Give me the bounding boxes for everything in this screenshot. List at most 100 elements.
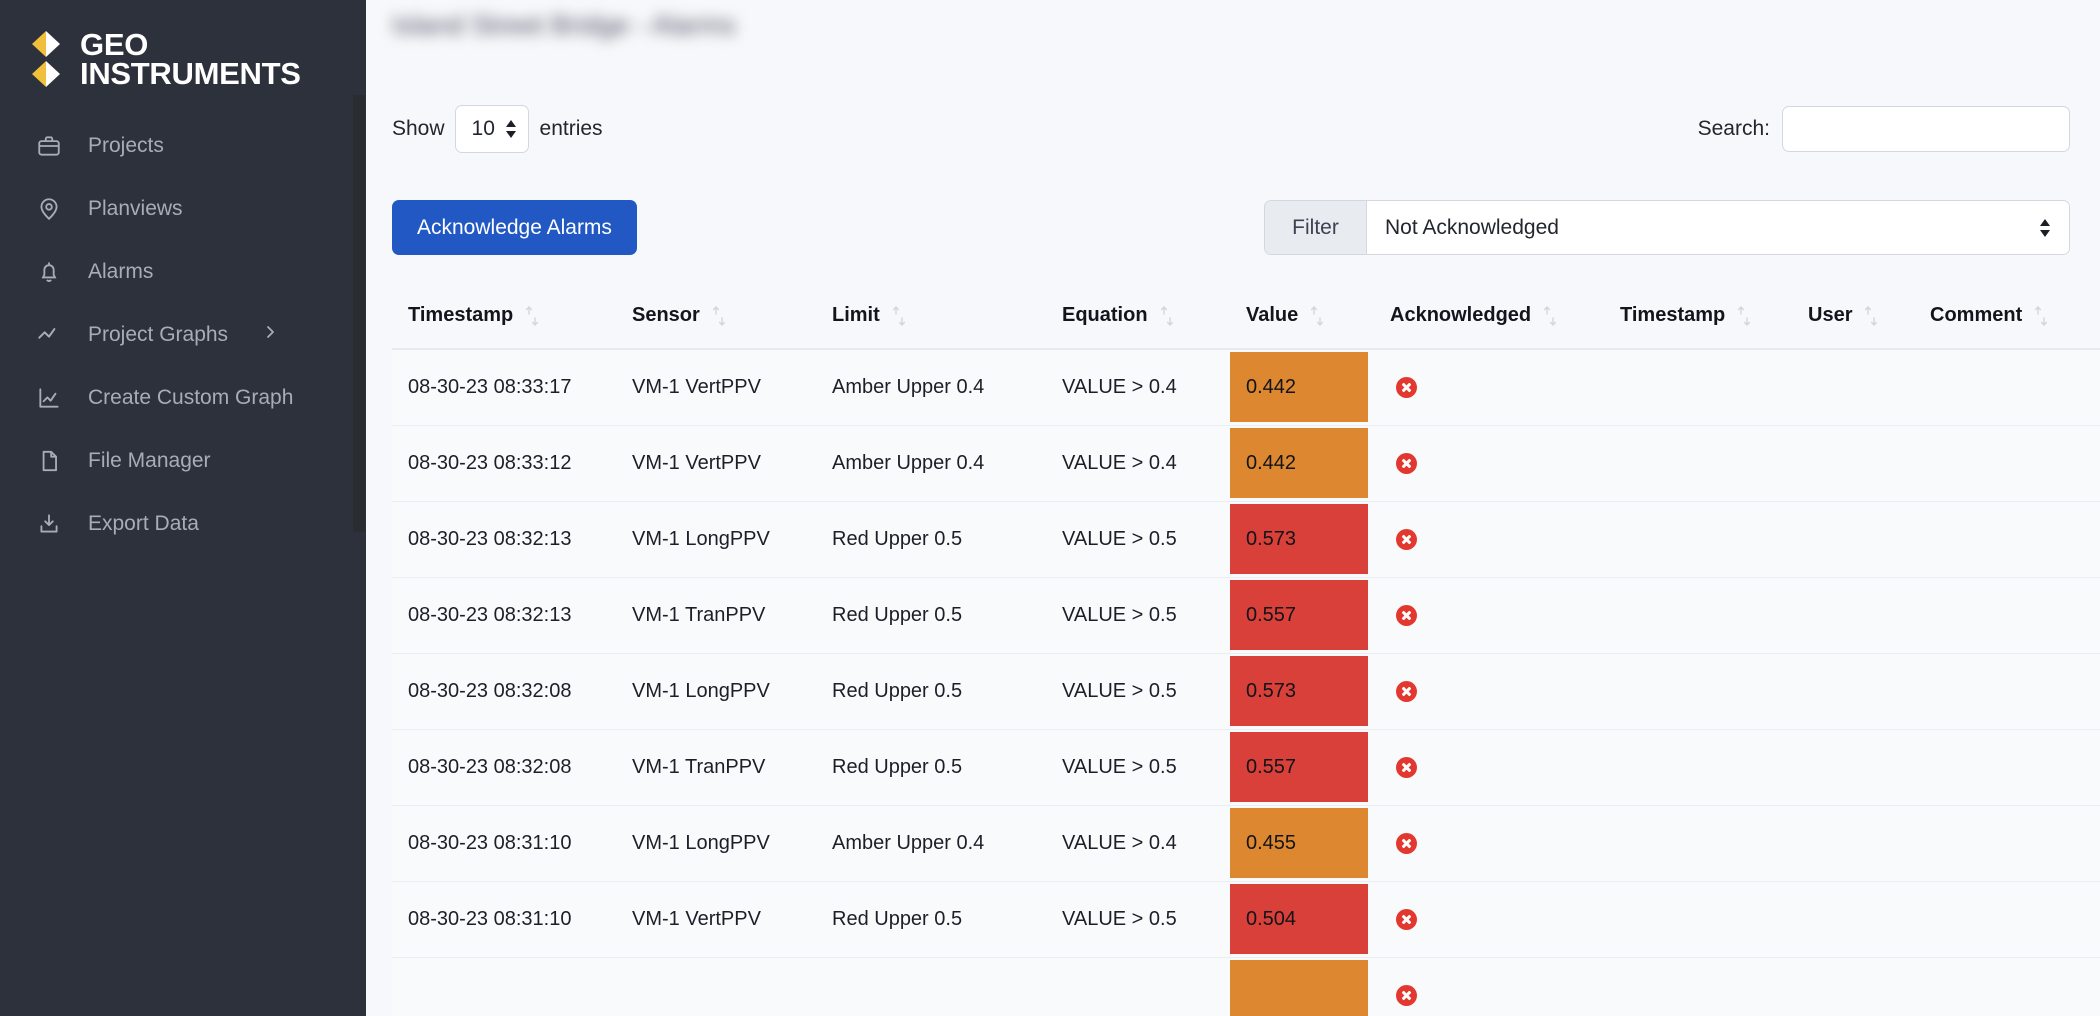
column-header-value[interactable]: Value <box>1230 287 1374 350</box>
cell-user <box>1792 881 1914 958</box>
sort-arrows-icon <box>1863 304 1879 328</box>
table-row[interactable]: 08-30-23 08:32:08 VM-1 TranPPV Red Upper 0… <box>392 729 2100 806</box>
cell-timestamp: 08-30-23 08:33:12 <box>392 425 616 502</box>
sort-arrows-icon <box>1309 304 1325 328</box>
cell-comment <box>1914 957 2100 1016</box>
sidebar-scrollbar[interactable] <box>352 0 366 1016</box>
cell-limit: Red Upper 0.5 <box>816 729 1046 806</box>
sidebar-item-file-manager[interactable]: File Manager <box>0 429 366 492</box>
x-circle-icon[interactable] <box>1396 756 1417 778</box>
cell-acknowledged <box>1374 577 1604 654</box>
value-badge: 0.442 <box>1230 352 1368 423</box>
cell-user <box>1792 349 1914 426</box>
acknowledge-alarms-button[interactable]: Acknowledge Alarms <box>392 200 637 255</box>
sidebar-item-export-data[interactable]: Export Data <box>0 492 366 555</box>
sidebar-item-projects[interactable]: Projects <box>0 114 366 177</box>
geo-instruments-logo-icon <box>26 29 66 91</box>
cell-value: 0.442 <box>1230 425 1374 502</box>
cell-sensor: VM-1 TranPPV <box>616 729 816 806</box>
cell-acknowledged <box>1374 653 1604 730</box>
cell-value: 0.442 <box>1230 349 1374 426</box>
table-row[interactable]: 08-30-23 08:31:10 VM-1 VertPPV Red Upper 0… <box>392 881 2100 958</box>
cell-ack-timestamp <box>1604 501 1792 578</box>
cell-equation: VALUE > 0.5 <box>1046 577 1230 654</box>
sidebar-item-planviews[interactable]: Planviews <box>0 177 366 240</box>
value-badge: 0.442 <box>1230 428 1368 498</box>
column-header-limit[interactable]: Limit <box>816 287 1046 350</box>
table-row[interactable]: 08-30-23 08:32:08 VM-1 LongPPV Red Upper 0… <box>392 653 2100 730</box>
table-header-row: Timestamp Sensor Limit Equation Value Ac… <box>392 287 2100 350</box>
filter-select[interactable]: Not Acknowledged <box>1367 201 2069 254</box>
cell-limit: Amber Upper 0.4 <box>816 349 1046 426</box>
table-row[interactable]: 08-30-23 08:33:17 VM-1 VertPPV Amber Upper… <box>392 349 2100 426</box>
cell-limit <box>816 957 1046 1016</box>
column-header-user[interactable]: User <box>1792 287 1914 350</box>
value-badge: 0.504 <box>1230 884 1368 954</box>
cell-comment <box>1914 881 2100 958</box>
x-circle-icon[interactable] <box>1396 528 1417 550</box>
cell-equation: VALUE > 0.4 <box>1046 805 1230 882</box>
cell-comment <box>1914 349 2100 426</box>
search-label: Search: <box>1697 117 1770 140</box>
cell-ack-timestamp <box>1604 653 1792 730</box>
sidebar-item-project-graphs[interactable]: Project Graphs <box>0 303 366 366</box>
cell-value: 0.557 <box>1230 577 1374 654</box>
cell-ack-timestamp <box>1604 957 1792 1016</box>
table-row[interactable]: 08-30-23 08:32:13 VM-1 LongPPV Red Upper 0… <box>392 501 2100 578</box>
x-circle-icon[interactable] <box>1396 680 1417 702</box>
filter-group: Filter Not Acknowledged <box>1264 200 2070 255</box>
app-root: GEO INSTRUMENTS Projects Planviews Alarm… <box>0 0 2100 1016</box>
chart-box-icon <box>34 383 64 413</box>
cell-user <box>1792 501 1914 578</box>
column-header-sensor[interactable]: Sensor <box>616 287 816 350</box>
table-row[interactable] <box>392 957 2100 1016</box>
sidebar-item-alarms[interactable]: Alarms <box>0 240 366 303</box>
cell-acknowledged <box>1374 729 1604 806</box>
alarms-table-body: 08-30-23 08:33:17 VM-1 VertPPV Amber Upper… <box>392 349 2100 1016</box>
sort-arrows-icon <box>1159 304 1175 328</box>
cell-limit: Red Upper 0.5 <box>816 501 1046 578</box>
search-input[interactable] <box>1782 106 2070 152</box>
cell-comment <box>1914 729 2100 806</box>
cell-sensor: VM-1 LongPPV <box>616 805 816 882</box>
x-circle-icon[interactable] <box>1396 376 1417 398</box>
sidebar-scrollbar-thumb[interactable] <box>353 95 365 532</box>
chevron-right-icon <box>264 322 278 348</box>
x-circle-icon[interactable] <box>1396 604 1417 626</box>
x-circle-icon[interactable] <box>1396 908 1417 930</box>
table-row[interactable]: 08-30-23 08:32:13 VM-1 TranPPV Red Upper 0… <box>392 577 2100 654</box>
cell-ack-timestamp <box>1604 805 1792 882</box>
brand-logo[interactable]: GEO INSTRUMENTS <box>0 0 366 98</box>
sidebar-item-label: Create Custom Graph <box>88 385 294 409</box>
cell-user <box>1792 729 1914 806</box>
cell-ack-timestamp <box>1604 577 1792 654</box>
value-badge <box>1230 960 1368 1016</box>
cell-limit: Amber Upper 0.4 <box>816 805 1046 882</box>
bell-icon <box>34 257 64 287</box>
column-header-timestamp[interactable]: Timestamp <box>392 287 616 350</box>
x-circle-icon[interactable] <box>1396 452 1417 474</box>
table-row[interactable]: 08-30-23 08:33:12 VM-1 VertPPV Amber Upper… <box>392 425 2100 502</box>
column-header-acknowledged[interactable]: Acknowledged <box>1374 287 1604 350</box>
cell-comment <box>1914 577 2100 654</box>
cell-value: 0.455 <box>1230 805 1374 882</box>
sort-arrows-icon <box>524 304 540 328</box>
cell-acknowledged <box>1374 805 1604 882</box>
column-header-comment[interactable]: Comment <box>1914 287 2100 350</box>
x-circle-icon[interactable] <box>1396 984 1417 1006</box>
table-row[interactable]: 08-30-23 08:31:10 VM-1 LongPPV Amber Upper… <box>392 805 2100 882</box>
value-badge: 0.557 <box>1230 580 1368 650</box>
cell-value: 0.573 <box>1230 501 1374 578</box>
page-length-select[interactable]: 10 <box>454 105 529 153</box>
cell-ack-timestamp <box>1604 729 1792 806</box>
x-circle-icon[interactable] <box>1396 832 1417 854</box>
cell-user <box>1792 957 1914 1016</box>
sidebar-item-create-custom-graph[interactable]: Create Custom Graph <box>0 366 366 429</box>
cell-user <box>1792 425 1914 502</box>
column-header-ack-timestamp[interactable]: Timestamp <box>1604 287 1792 350</box>
entries-label: entries <box>539 117 603 140</box>
cell-acknowledged <box>1374 501 1604 578</box>
column-header-equation[interactable]: Equation <box>1046 287 1230 350</box>
cell-timestamp: 08-30-23 08:31:10 <box>392 805 616 882</box>
value-badge: 0.573 <box>1230 504 1368 574</box>
